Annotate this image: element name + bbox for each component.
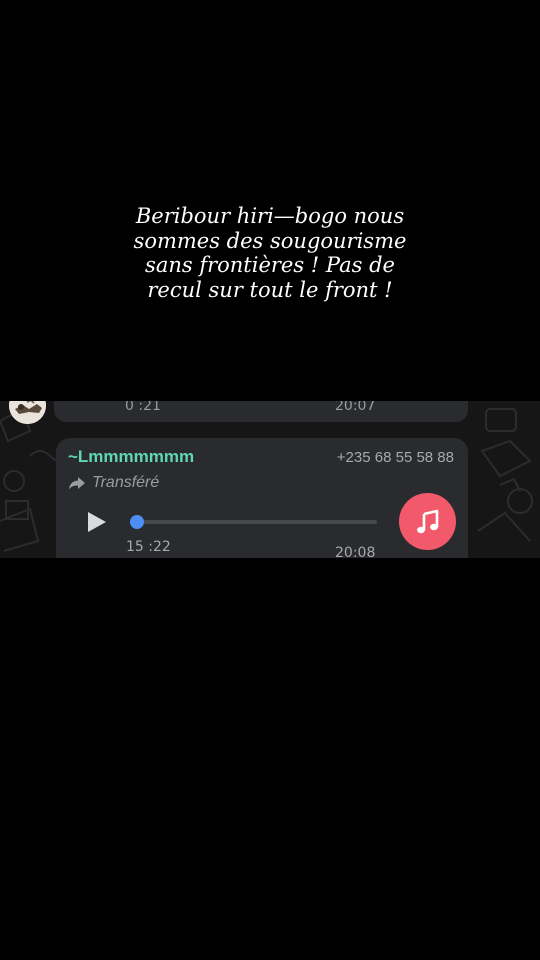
play-button[interactable] bbox=[84, 510, 108, 534]
music-note-icon bbox=[416, 509, 438, 533]
story-page: Beribour hiri—bogo nous sommes des sougo… bbox=[0, 0, 540, 960]
previous-voice-message[interactable]: 0 :21 20:07 bbox=[54, 401, 468, 422]
audio-progress-track[interactable] bbox=[130, 515, 377, 529]
story-caption: Beribour hiri—bogo nous sommes des sougo… bbox=[0, 204, 540, 302]
music-badge bbox=[399, 493, 456, 550]
forward-arrow-icon bbox=[69, 477, 85, 490]
caption-line: sans frontières ! Pas de bbox=[145, 253, 395, 277]
audio-message-bubble[interactable]: ~Lmmmmmmm +235 68 55 58 88 Transféré 15 … bbox=[56, 438, 468, 558]
sender-name[interactable]: ~Lmmmmmmm bbox=[68, 447, 194, 467]
chat-screenshot: 0 :21 20:07 ~Lmmmmmmm +235 68 55 58 88 T… bbox=[0, 401, 540, 558]
audio-duration: 15 :22 bbox=[126, 539, 171, 555]
caption-line: Beribour hiri—bogo nous bbox=[135, 204, 405, 228]
sender-phone[interactable]: +235 68 55 58 88 bbox=[337, 449, 454, 466]
forwarded-indicator: Transféré bbox=[68, 473, 159, 493]
previous-message-duration: 0 :21 bbox=[125, 401, 161, 414]
play-icon bbox=[88, 512, 106, 532]
previous-message-timestamp: 20:07 bbox=[335, 401, 376, 414]
caption-line: sommes des sougourisme bbox=[133, 228, 407, 253]
caption-line: recul sur tout le front ! bbox=[147, 277, 393, 302]
audio-scrubber-handle[interactable] bbox=[130, 515, 145, 529]
forwarded-label: Transféré bbox=[92, 474, 160, 491]
message-timestamp: 20:08 bbox=[335, 545, 376, 558]
